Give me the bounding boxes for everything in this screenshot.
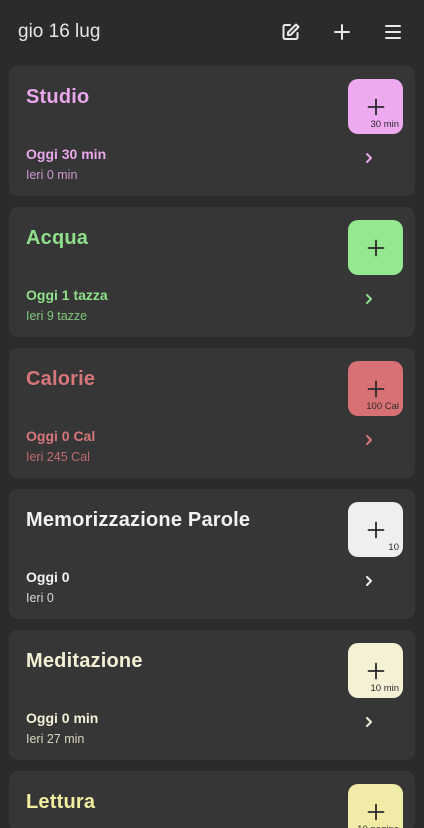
today-value: Oggi 0 bbox=[26, 569, 70, 585]
today-value: Oggi 30 min bbox=[26, 146, 107, 162]
menu-icon bbox=[385, 25, 401, 39]
current-date: gio 16 lug bbox=[18, 21, 101, 42]
tracker-card-calorie[interactable]: Calorie 100 Cal Oggi 0 Cal Ieri 245 Cal bbox=[9, 348, 415, 478]
plus-icon bbox=[367, 98, 384, 115]
quick-add-amount: 10 min bbox=[370, 683, 399, 694]
tracker-title: Meditazione bbox=[26, 650, 143, 672]
tracker-card-lettura[interactable]: Lettura 10 pagine bbox=[9, 771, 415, 828]
add-tracker-button[interactable] bbox=[329, 19, 355, 45]
chevron-right-icon[interactable] bbox=[362, 713, 376, 731]
tracker-title: Acqua bbox=[26, 227, 89, 249]
quick-add-button[interactable]: 10 pagine bbox=[348, 784, 403, 828]
quick-add-button[interactable]: 100 Cal bbox=[348, 361, 403, 416]
chevron-right-icon[interactable] bbox=[362, 149, 376, 167]
chevron-right-icon[interactable] bbox=[362, 290, 376, 308]
quick-add-amount: 30 min bbox=[370, 119, 399, 130]
today-value: Oggi 0 Cal bbox=[26, 428, 96, 444]
tracker-card-memorizzazione-parole[interactable]: Memorizzazione Parole 10 Oggi 0 Ieri 0 bbox=[9, 489, 415, 619]
chevron-right-icon[interactable] bbox=[362, 431, 376, 449]
quick-add-button[interactable] bbox=[348, 220, 403, 275]
top-bar: gio 16 lug bbox=[0, 0, 424, 64]
plus-icon bbox=[334, 24, 350, 40]
quick-add-amount: 10 bbox=[388, 542, 399, 553]
tracker-card-meditazione[interactable]: Meditazione 10 min Oggi 0 min Ieri 27 min bbox=[9, 630, 415, 760]
plus-icon bbox=[367, 380, 384, 397]
tracker-card-studio[interactable]: Studio 30 min Oggi 30 min Ieri 0 min bbox=[9, 66, 415, 196]
quick-add-button[interactable]: 10 bbox=[348, 502, 403, 557]
edit-icon bbox=[282, 23, 300, 40]
edit-button[interactable] bbox=[278, 19, 304, 45]
tracker-title: Calorie bbox=[26, 368, 96, 390]
menu-button[interactable] bbox=[380, 19, 406, 45]
quick-add-amount: 10 pagine bbox=[357, 824, 399, 828]
tracker-list: Studio 30 min Oggi 30 min Ieri 0 min Acqua Og… bbox=[9, 66, 415, 828]
quick-add-button[interactable]: 10 min bbox=[348, 643, 403, 698]
quick-add-button[interactable]: 30 min bbox=[348, 79, 403, 134]
chevron-right-icon[interactable] bbox=[362, 572, 376, 590]
today-value: Oggi 1 tazza bbox=[26, 287, 108, 303]
tracker-card-acqua[interactable]: Acqua Oggi 1 tazza Ieri 9 tazze bbox=[9, 207, 415, 337]
tracker-title: Lettura bbox=[26, 791, 96, 813]
today-value: Oggi 0 min bbox=[26, 710, 99, 726]
yesterday-value: Ieri 9 tazze bbox=[26, 309, 88, 323]
tracker-title: Memorizzazione Parole bbox=[26, 509, 251, 531]
plus-icon bbox=[367, 803, 384, 820]
yesterday-value: Ieri 245 Cal bbox=[26, 450, 90, 464]
plus-icon bbox=[367, 521, 384, 538]
yesterday-value: Ieri 27 min bbox=[26, 732, 85, 746]
plus-icon bbox=[367, 662, 384, 679]
yesterday-value: Ieri 0 bbox=[26, 591, 54, 605]
yesterday-value: Ieri 0 min bbox=[26, 168, 78, 182]
tracker-title: Studio bbox=[26, 86, 90, 108]
quick-add-amount: 100 Cal bbox=[366, 401, 399, 412]
plus-icon bbox=[367, 239, 384, 256]
